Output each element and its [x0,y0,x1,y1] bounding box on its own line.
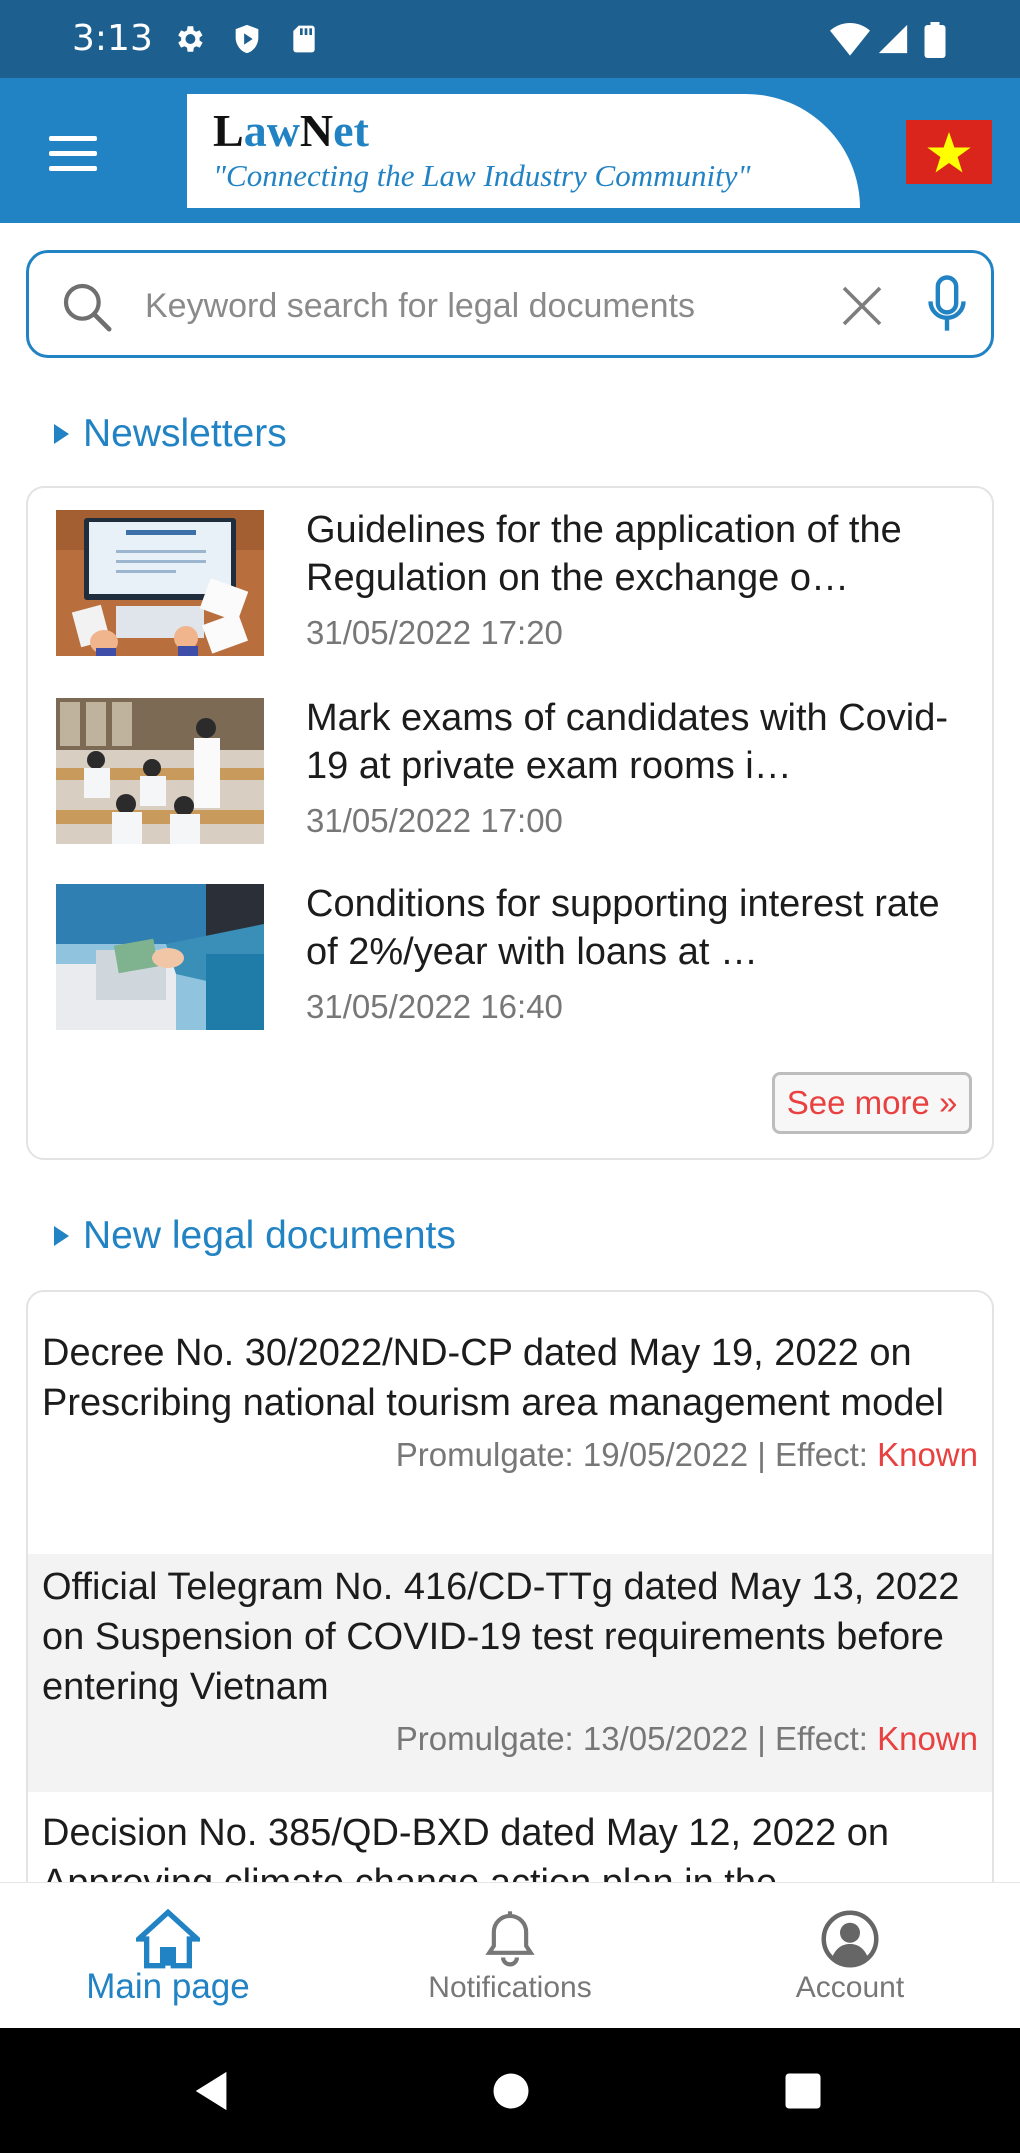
lawnet-logo[interactable]: LawNet "Connecting the Law Industry Comm… [187,94,860,208]
sd-card-icon [288,22,320,61]
promulgate-date: 19/05/2022 [582,1436,749,1473]
search-input[interactable] [145,279,745,333]
logo-name: LawNet [213,105,369,156]
app-header: LawNet "Connecting the Law Industry Comm… [0,78,1020,223]
clear-icon[interactable] [835,279,889,338]
newsletter-title: Guidelines for the application of the Re… [306,509,902,599]
search-bar [26,250,994,358]
battery-icon [924,22,946,63]
promulgate-date: 13/05/2022 [582,1720,749,1757]
newsletter-item[interactable]: Guidelines for the application of the Re… [56,509,976,660]
newsletter-item[interactable]: Conditions for supporting interest rate … [56,883,976,1034]
nav-account[interactable]: Account [700,1883,1000,2029]
microphone-icon[interactable] [925,273,969,342]
status-time: 3:13 [72,18,153,59]
doc-title: Decree No. 30/2022/ND-CP dated May 19, 2… [42,1332,944,1424]
legal-doc-item[interactable]: Official Telegram No. 416/CD-TTg dated M… [28,1554,992,1792]
logo-tagline: "Connecting the Law Industry Community" [213,158,751,193]
doc-meta: Promulgate: 19/05/2022 | Effect: Known [395,1436,978,1473]
vietnam-flag-icon[interactable] [906,120,992,184]
status-bar: 3:13 [0,0,1020,78]
doc-meta: Promulgate: 13/05/2022 | Effect: Known [395,1720,978,1757]
nav-notifications[interactable]: Notifications [360,1883,660,2029]
newsletter-thumbnail [56,510,264,656]
legal-doc-item[interactable]: Decree No. 30/2022/ND-CP dated May 19, 2… [28,1328,992,1548]
doc-title: Official Telegram No. 416/CD-TTg dated M… [42,1566,960,1708]
bell-icon [485,1911,535,1967]
newsletter-title: Conditions for supporting interest rate … [306,883,940,973]
effect-status: Known [877,1436,978,1473]
legal-docs-heading[interactable]: New legal documents [54,1214,456,1258]
see-more-button[interactable]: See more » [772,1072,972,1134]
home-icon [136,1909,200,1969]
newsletter-date: 31/05/2022 17:20 [306,614,563,651]
recents-icon[interactable] [782,2068,824,2119]
gear-icon [172,22,206,61]
shield-icon [230,22,264,61]
triangle-right-icon [54,424,69,444]
newsletter-card: Guidelines for the application of the Re… [26,486,994,1160]
home-button-icon[interactable] [490,2068,532,2119]
newsletter-date: 31/05/2022 16:40 [306,988,563,1025]
newsletter-thumbnail [56,698,264,844]
triangle-right-icon [54,1226,69,1246]
newsletter-date: 31/05/2022 17:00 [306,802,563,839]
nav-main-page[interactable]: Main page [18,1883,318,2029]
hamburger-menu-icon[interactable] [38,118,108,188]
bottom-navigation: Main page Notifications Account [0,1882,1020,2028]
newsletter-item[interactable]: Mark exams of candidates with Covid-19 a… [56,697,976,848]
newsletter-thumbnail [56,884,264,1030]
back-icon[interactable] [190,2068,236,2119]
account-icon [821,1910,879,1968]
signal-icon [876,22,910,61]
newsletter-title: Mark exams of candidates with Covid-19 a… [306,697,949,787]
newsletters-heading[interactable]: Newsletters [54,412,287,456]
wifi-icon [830,22,870,61]
search-icon [59,279,115,340]
system-navigation-bar [0,2028,1020,2153]
effect-status: Known [877,1720,978,1757]
